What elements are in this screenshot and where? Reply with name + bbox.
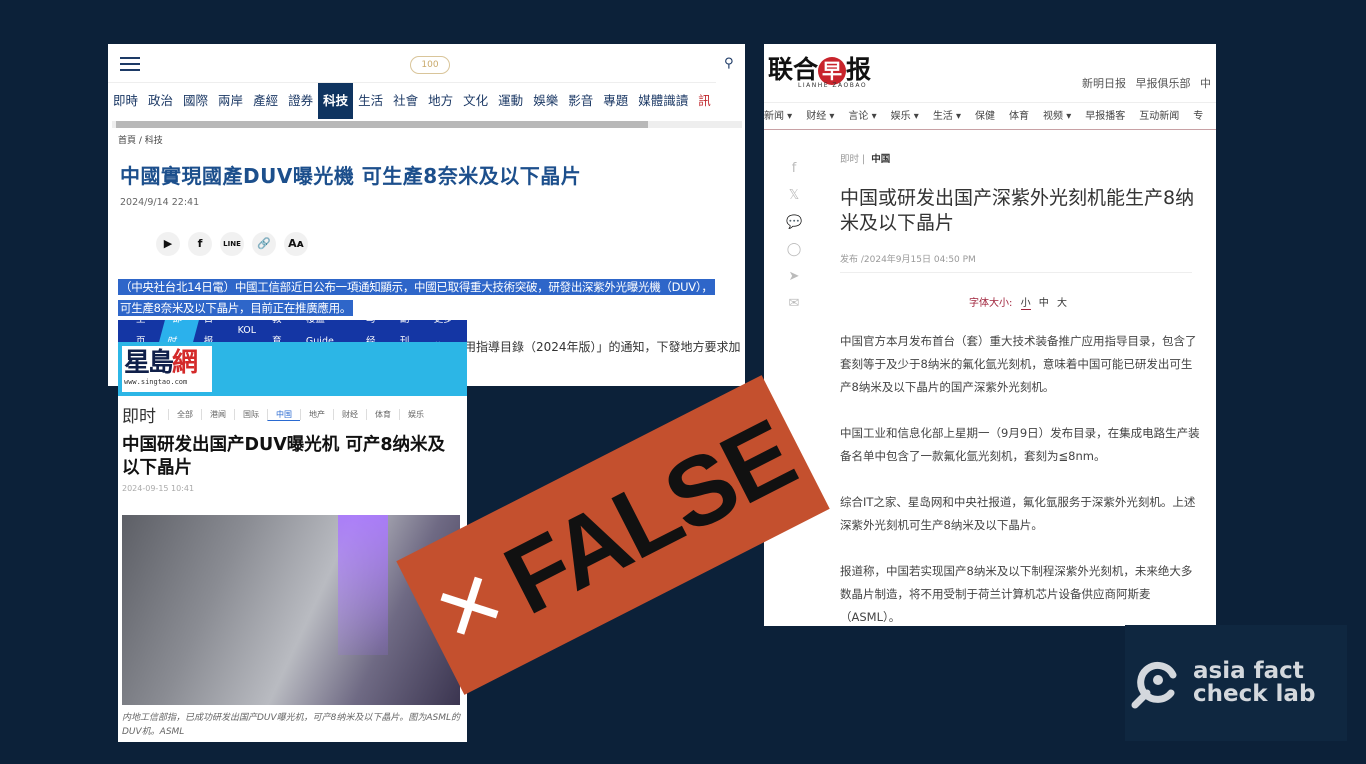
nav-item[interactable]: 财经 ▾ xyxy=(806,103,834,129)
subnav-item[interactable]: 财经 xyxy=(333,409,366,420)
cna-nav: 即時 政治 國際 兩岸 產經 證券 科技 生活 社會 地方 文化 運動 娛樂 影… xyxy=(108,82,716,119)
divider xyxy=(840,272,1192,273)
section-title: 即时 xyxy=(122,407,156,427)
subnav-item[interactable]: 地产 xyxy=(300,409,333,420)
false-label: FALSE xyxy=(487,398,811,636)
nav-item[interactable]: 影音 xyxy=(563,83,598,119)
scrollbar-thumb[interactable] xyxy=(116,121,648,128)
nav-item[interactable]: 兩岸 xyxy=(213,83,248,119)
subnav-item[interactable]: 全部 xyxy=(168,409,201,420)
brand-line-1: asia fact xyxy=(1193,658,1304,684)
highlighted-paragraph: （中央社台北14日電）中國工信部近日公布一項通知顯示，中國已取得重大技術突破，研… xyxy=(118,277,745,319)
font-size-control: 字体大小: 小 中 大 xyxy=(969,294,1067,310)
photo-caption: 内地工信部指，已成功研发出国产DUV曝光机，可产8纳米及以下晶片。图为ASML的… xyxy=(122,713,461,737)
paragraph: 综合IT之家、星岛网和中央社报道，氟化氩服务于深紫外光刻机。上述深紫外光刻机可生… xyxy=(840,495,1196,532)
uv-beam xyxy=(338,515,388,655)
singtao-article-screenshot: 主页 即时 日报 KOL 教育 楼盘Guide 马经 副刊 更多⌄ 星島網www… xyxy=(118,320,467,742)
subnav-item-active[interactable]: 中国 xyxy=(267,408,300,421)
nav-item[interactable]: 体育 xyxy=(1009,103,1029,129)
nav-item[interactable]: 娱乐 ▾ xyxy=(891,103,919,129)
wechat-icon[interactable]: 💬 xyxy=(786,214,802,231)
highlight-line: 可生產8奈米及以下晶片，目前正在推廣應用。 xyxy=(118,300,354,316)
subnav-item[interactable]: 体育 xyxy=(366,409,399,420)
font-size-icon[interactable]: Aᴀ xyxy=(284,232,308,256)
x-icon[interactable]: 𝕏 xyxy=(786,187,802,204)
menu-icon[interactable] xyxy=(120,57,140,71)
lithography-machine-photo xyxy=(122,515,460,705)
nav-item[interactable]: 運動 xyxy=(493,83,528,119)
font-size-small[interactable]: 小 xyxy=(1020,298,1031,310)
nav-item[interactable]: 新闻 ▾ xyxy=(764,103,792,129)
highlight-line: （中央社台北14日電）中國工信部近日公布一項通知顯示，中國已取得重大技術突破，研… xyxy=(118,279,715,295)
nav-item[interactable]: 文化 xyxy=(458,83,493,119)
nav-item[interactable]: 專題 xyxy=(598,83,633,119)
singtao-logo[interactable]: 星島網 www.singtao.com xyxy=(122,346,212,392)
nav-item[interactable]: 政治 xyxy=(143,83,178,119)
nav-item[interactable]: 即時 xyxy=(108,83,143,119)
breadcrumb: 首頁 / 科技 xyxy=(118,136,163,146)
crumb-parent[interactable]: 即时 | xyxy=(840,154,865,165)
nav-item[interactable]: 媒體識讀 xyxy=(633,83,693,119)
facebook-icon[interactable]: f xyxy=(188,232,212,256)
nav-item-active[interactable]: 科技 xyxy=(318,83,354,119)
logo-url: www.singtao.com xyxy=(124,378,188,386)
paragraph-fragment: 用指導目錄（2024年版）」的通知，下發地方要求加 xyxy=(464,340,741,354)
nav-item[interactable]: 產經 xyxy=(248,83,283,119)
nav-item[interactable]: 保健 xyxy=(975,103,995,129)
article-date: 发布 /2024年9月15日 04:50 PM xyxy=(840,255,976,265)
singtao-topnav: 主页 即时 日报 KOL 教育 楼盘Guide 马经 副刊 更多⌄ xyxy=(118,320,467,353)
search-icon[interactable]: ⚲ xyxy=(724,56,734,71)
article-body: 中国官方本月发布首台（套）重大技术装备推广应用指导目录，包含了套刻等于及少于8纳… xyxy=(840,330,1200,626)
article-title: 中国研发出国产DUV曝光机 可产8纳米及以下晶片 xyxy=(122,435,446,478)
article-date: 2024-09-15 10:41 xyxy=(122,484,195,493)
asia-fact-check-lab-logo: asia fact check lab xyxy=(1125,625,1347,741)
nav-item[interactable]: 證券 xyxy=(283,83,318,119)
nav-item[interactable]: 訊 xyxy=(693,83,716,119)
font-size-medium[interactable]: 中 xyxy=(1039,298,1049,309)
play-icon[interactable]: ▶ xyxy=(156,232,180,256)
nav-item[interactable]: 视频 ▾ xyxy=(1043,103,1071,129)
email-icon[interactable]: ✉ xyxy=(786,295,802,312)
paragraph: 中国工业和信息化部上星期一（9月9日）发布目录，在集成电路生产装备名单中包含了一… xyxy=(840,426,1200,463)
line-icon[interactable]: LINE xyxy=(220,232,244,256)
nav-item[interactable]: 言论 ▾ xyxy=(848,103,876,129)
zaobao-nav: 新闻 ▾ 财经 ▾ 言论 ▾ 娱乐 ▾ 生活 ▾ 保健 体育 视频 ▾ 早报播客… xyxy=(764,102,1216,130)
breadcrumb: 即时 | 中国 xyxy=(840,151,890,165)
nav-item[interactable]: 社會 xyxy=(388,83,423,119)
nav-item[interactable]: 生活 xyxy=(353,83,388,119)
nav-item[interactable]: 娛樂 xyxy=(528,83,563,119)
zaobao-article-screenshot: 联合早报 LIANHE ZAOBAO 新明日报 早报俱乐部 中 新闻 ▾ 财经 … xyxy=(764,44,1216,626)
crumb-current[interactable]: 中国 xyxy=(871,154,890,165)
zaobao-logo[interactable]: 联合早报 xyxy=(768,50,871,86)
article-title: 中国或研发出国产深紫外光刻机能生产8纳米及以下晶片 xyxy=(840,187,1195,234)
magnifier-logo-icon xyxy=(1131,661,1177,709)
cna-logo: 100 xyxy=(410,56,450,74)
nav-item[interactable]: 专 xyxy=(1193,103,1203,129)
subnav-item[interactable]: 港闻 xyxy=(201,409,234,420)
link-icon[interactable]: 🔗 xyxy=(252,232,276,256)
header-links[interactable]: 新明日报 早报俱乐部 中 xyxy=(1082,75,1211,91)
share-sidebar: f 𝕏 💬 ◯ ➤ ✉ xyxy=(786,160,802,312)
paragraph: 中国官方本月发布首台（套）重大技术装备推广应用指导目录，包含了套刻等于及少于8纳… xyxy=(840,334,1197,394)
telegram-icon[interactable]: ➤ xyxy=(786,268,802,285)
subnav-item[interactable]: 娱乐 xyxy=(399,409,432,420)
share-bar: ▶ f LINE 🔗 Aᴀ xyxy=(156,232,308,256)
nav-item[interactable]: 生活 ▾ xyxy=(933,103,961,129)
logo-subtitle: LIANHE ZAOBAO xyxy=(798,82,868,89)
facebook-icon[interactable]: f xyxy=(786,160,802,177)
article-title: 中國實現國產DUV曝光機 可生產8奈米及以下晶片 xyxy=(120,164,582,188)
nav-item[interactable]: 互动新闻 xyxy=(1139,103,1179,129)
whatsapp-icon[interactable]: ◯ xyxy=(786,241,802,258)
article-date: 2024/9/14 22:41 xyxy=(120,197,200,208)
brand-line-2: check lab xyxy=(1193,681,1316,707)
nav-item[interactable]: 地方 xyxy=(423,83,458,119)
font-size-large[interactable]: 大 xyxy=(1057,298,1067,309)
font-size-label: 字体大小: xyxy=(969,298,1013,309)
paragraph: 报道称，中国若实现国产8纳米及以下制程深紫外光刻机，未来绝大多数晶片制造，将不用… xyxy=(840,564,1193,624)
section-nav: 即时 全部 港闻 国际 中国 地产 财经 体育 娱乐 xyxy=(122,402,432,427)
subnav-item[interactable]: 国际 xyxy=(234,409,267,420)
nav-item[interactable]: KOL xyxy=(230,320,264,342)
nav-item[interactable]: 國際 xyxy=(178,83,213,119)
nav-item[interactable]: 早报播客 xyxy=(1085,103,1125,129)
